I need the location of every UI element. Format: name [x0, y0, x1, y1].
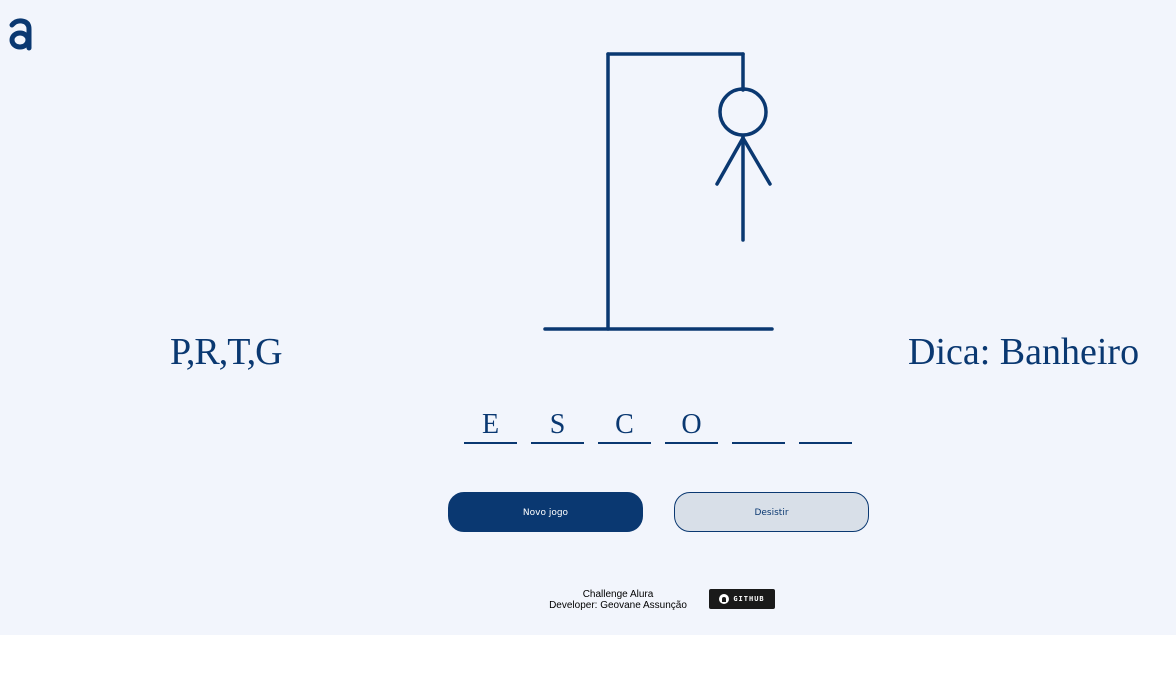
letter-slot	[732, 408, 785, 444]
footer-line-challenge: Challenge Alura	[582, 589, 654, 600]
give-up-button[interactable]: Desistir	[674, 492, 869, 532]
game-stage: P,R,T,G Dica: Banheiro E S C O Novo jogo…	[0, 0, 1176, 635]
footer-credits: Challenge Alura Developer: Geovane Assun…	[530, 589, 706, 611]
alura-logo-icon	[9, 18, 32, 51]
hangman-left-arm	[715, 136, 745, 186]
letter-slot	[799, 408, 852, 444]
github-label: GITHUB	[733, 595, 765, 603]
letter-slot: O	[665, 408, 718, 444]
new-game-button[interactable]: Novo jogo	[448, 492, 643, 532]
hangman-head	[718, 87, 768, 137]
letter-slot: C	[598, 408, 651, 444]
wrong-letters: P,R,T,G	[170, 331, 283, 373]
letter-slot: E	[464, 408, 517, 444]
word-slots: E S C O	[464, 408, 866, 444]
footer-line-developer: Developer: Geovane Assunção	[549, 600, 687, 611]
hint-text: Dica: Banheiro	[908, 331, 1140, 373]
github-link[interactable]: GITHUB	[709, 589, 775, 609]
letter-slot: S	[531, 408, 584, 444]
hangman-right-arm	[741, 136, 772, 186]
hangman-drawing	[543, 52, 774, 331]
github-icon	[719, 594, 730, 604]
